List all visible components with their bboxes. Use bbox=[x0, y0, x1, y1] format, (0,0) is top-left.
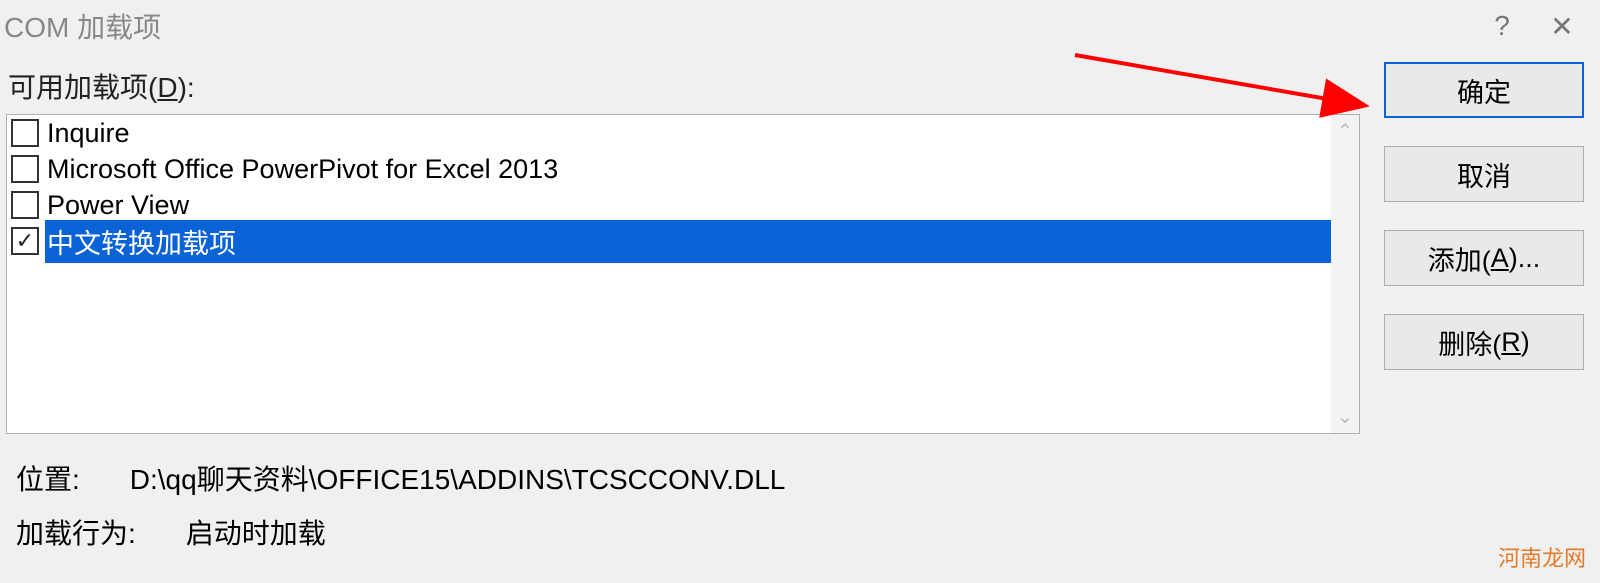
list-item-label: 中文转换加载项 bbox=[45, 220, 1331, 263]
button-column: 确定 取消 添加(A)... 删除(R) bbox=[1384, 60, 1584, 566]
addin-info: 位置: D:\qq聊天资料\OFFICE15\ADDINS\TCSCCONV.D… bbox=[6, 434, 1360, 566]
add-button[interactable]: 添加(A)... bbox=[1384, 230, 1584, 286]
watermark: 河南龙网 bbox=[1498, 541, 1586, 573]
list-item[interactable]: 中文转换加载项 bbox=[7, 223, 1331, 259]
checkbox[interactable] bbox=[11, 119, 39, 147]
add-suffix: )... bbox=[1509, 243, 1541, 274]
scroll-down-icon[interactable]: ⌄ bbox=[1337, 404, 1354, 429]
window-title: COM 加载项 bbox=[4, 6, 1472, 46]
remove-hotkey: R bbox=[1501, 327, 1521, 358]
list-item-label: Power View bbox=[45, 190, 189, 221]
scroll-up-icon[interactable]: ⌃ bbox=[1337, 119, 1354, 144]
list-item-label: Inquire bbox=[45, 118, 130, 149]
scrollbar[interactable]: ⌃ ⌄ bbox=[1331, 115, 1359, 433]
add-hotkey: A bbox=[1491, 243, 1509, 274]
label-hotkey: D bbox=[157, 72, 177, 103]
checkbox[interactable] bbox=[11, 191, 39, 219]
location-row: 位置: D:\qq聊天资料\OFFICE15\ADDINS\TCSCCONV.D… bbox=[16, 458, 1354, 498]
dialog-content: 可用加载项(D): Inquire Microsoft Office Power… bbox=[0, 52, 1600, 566]
add-prefix: 添加( bbox=[1428, 239, 1491, 278]
location-label: 位置: bbox=[16, 458, 80, 498]
available-addins-label: 可用加载项(D): bbox=[8, 66, 1360, 106]
addins-listbox[interactable]: Inquire Microsoft Office PowerPivot for … bbox=[6, 114, 1360, 434]
close-icon[interactable]: ✕ bbox=[1532, 10, 1592, 43]
ok-button[interactable]: 确定 bbox=[1384, 62, 1584, 118]
location-value: D:\qq聊天资料\OFFICE15\ADDINS\TCSCCONV.DLL bbox=[130, 458, 786, 498]
checkbox[interactable] bbox=[11, 155, 39, 183]
remove-suffix: ) bbox=[1521, 327, 1530, 358]
label-suffix: ): bbox=[178, 72, 195, 103]
remove-prefix: 删除( bbox=[1438, 323, 1501, 362]
list-item[interactable]: Microsoft Office PowerPivot for Excel 20… bbox=[7, 151, 1331, 187]
ok-button-label: 确定 bbox=[1457, 71, 1511, 110]
label-prefix: 可用加载项( bbox=[8, 72, 157, 103]
behavior-label: 加载行为: bbox=[16, 512, 136, 552]
titlebar: COM 加载项 ? ✕ bbox=[0, 0, 1600, 52]
behavior-value: 启动时加载 bbox=[186, 512, 326, 552]
behavior-row: 加载行为: 启动时加载 bbox=[16, 512, 1354, 552]
left-panel: 可用加载项(D): Inquire Microsoft Office Power… bbox=[6, 60, 1360, 566]
checkbox[interactable] bbox=[11, 227, 39, 255]
list-item[interactable]: Inquire bbox=[7, 115, 1331, 151]
help-icon[interactable]: ? bbox=[1472, 10, 1532, 42]
list-item-label: Microsoft Office PowerPivot for Excel 20… bbox=[45, 154, 558, 185]
list-item[interactable]: Power View bbox=[7, 187, 1331, 223]
cancel-button[interactable]: 取消 bbox=[1384, 146, 1584, 202]
cancel-button-label: 取消 bbox=[1457, 155, 1511, 194]
listbox-inner: Inquire Microsoft Office PowerPivot for … bbox=[7, 115, 1331, 433]
remove-button[interactable]: 删除(R) bbox=[1384, 314, 1584, 370]
